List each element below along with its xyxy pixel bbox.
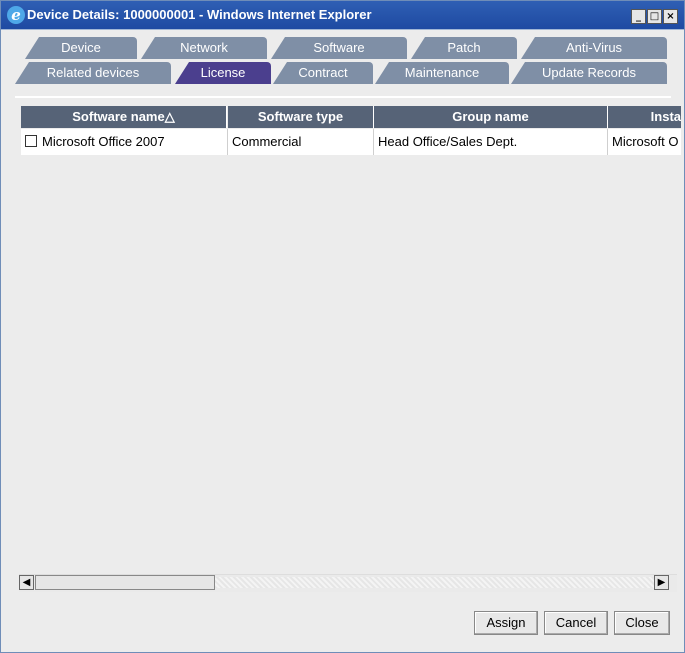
scroll-right-icon[interactable]: ▶ [654, 575, 669, 590]
tab-contract[interactable]: Contract [273, 62, 373, 84]
tab-license[interactable]: License [175, 62, 271, 84]
license-table: Software name△ Software type Group name … [21, 106, 681, 166]
col-header-group-name[interactable]: Group name [374, 106, 608, 128]
col-header-software-name[interactable]: Software name△ [21, 106, 227, 128]
cancel-button[interactable]: Cancel [544, 611, 608, 635]
close-button[interactable]: Close [614, 611, 670, 635]
row-checkbox[interactable] [25, 135, 37, 147]
assign-button[interactable]: Assign [474, 611, 538, 635]
tab-device[interactable]: Device [25, 37, 137, 59]
sort-ascending-icon: △ [164, 109, 175, 124]
table-row[interactable]: Microsoft Office 2007 [21, 129, 228, 155]
scroll-left-icon[interactable]: ◀ [19, 575, 34, 590]
tab-network[interactable]: Network [141, 37, 267, 59]
ie-icon: e [7, 6, 25, 24]
license-panel: Software name△ Software type Group name … [15, 96, 681, 598]
col-header-software-type[interactable]: Software type [228, 106, 374, 128]
tab-update-records[interactable]: Update Records [511, 62, 667, 84]
cell-software-type: Commercial [228, 129, 374, 155]
minimize-icon[interactable]: _ [631, 9, 646, 24]
tab-patch[interactable]: Patch [411, 37, 517, 59]
horizontal-scrollbar[interactable]: ◀ ▶ [19, 574, 677, 592]
tab-related-devices[interactable]: Related devices [15, 62, 171, 84]
tab-anti-virus[interactable]: Anti-Virus [521, 37, 667, 59]
window-controls: _ □ × [630, 7, 678, 24]
scroll-thumb[interactable] [35, 575, 215, 590]
maximize-icon[interactable]: □ [647, 9, 662, 24]
tab-software[interactable]: Software [271, 37, 407, 59]
window-title: Device Details: 1000000001 - Windows Int… [27, 7, 372, 22]
cell-group-name: Head Office/Sales Dept. [374, 129, 608, 155]
tab-strip: Device Network Software Patch Anti-Virus… [15, 37, 671, 89]
cell-installed: Microsoft O [608, 129, 681, 155]
scroll-track[interactable] [215, 577, 661, 588]
col-header-installed[interactable]: Insta [608, 106, 681, 128]
title-bar: e Device Details: 1000000001 - Windows I… [1, 1, 684, 30]
close-icon[interactable]: × [663, 9, 678, 24]
browser-window: e Device Details: 1000000001 - Windows I… [0, 0, 685, 653]
tab-maintenance[interactable]: Maintenance [375, 62, 509, 84]
